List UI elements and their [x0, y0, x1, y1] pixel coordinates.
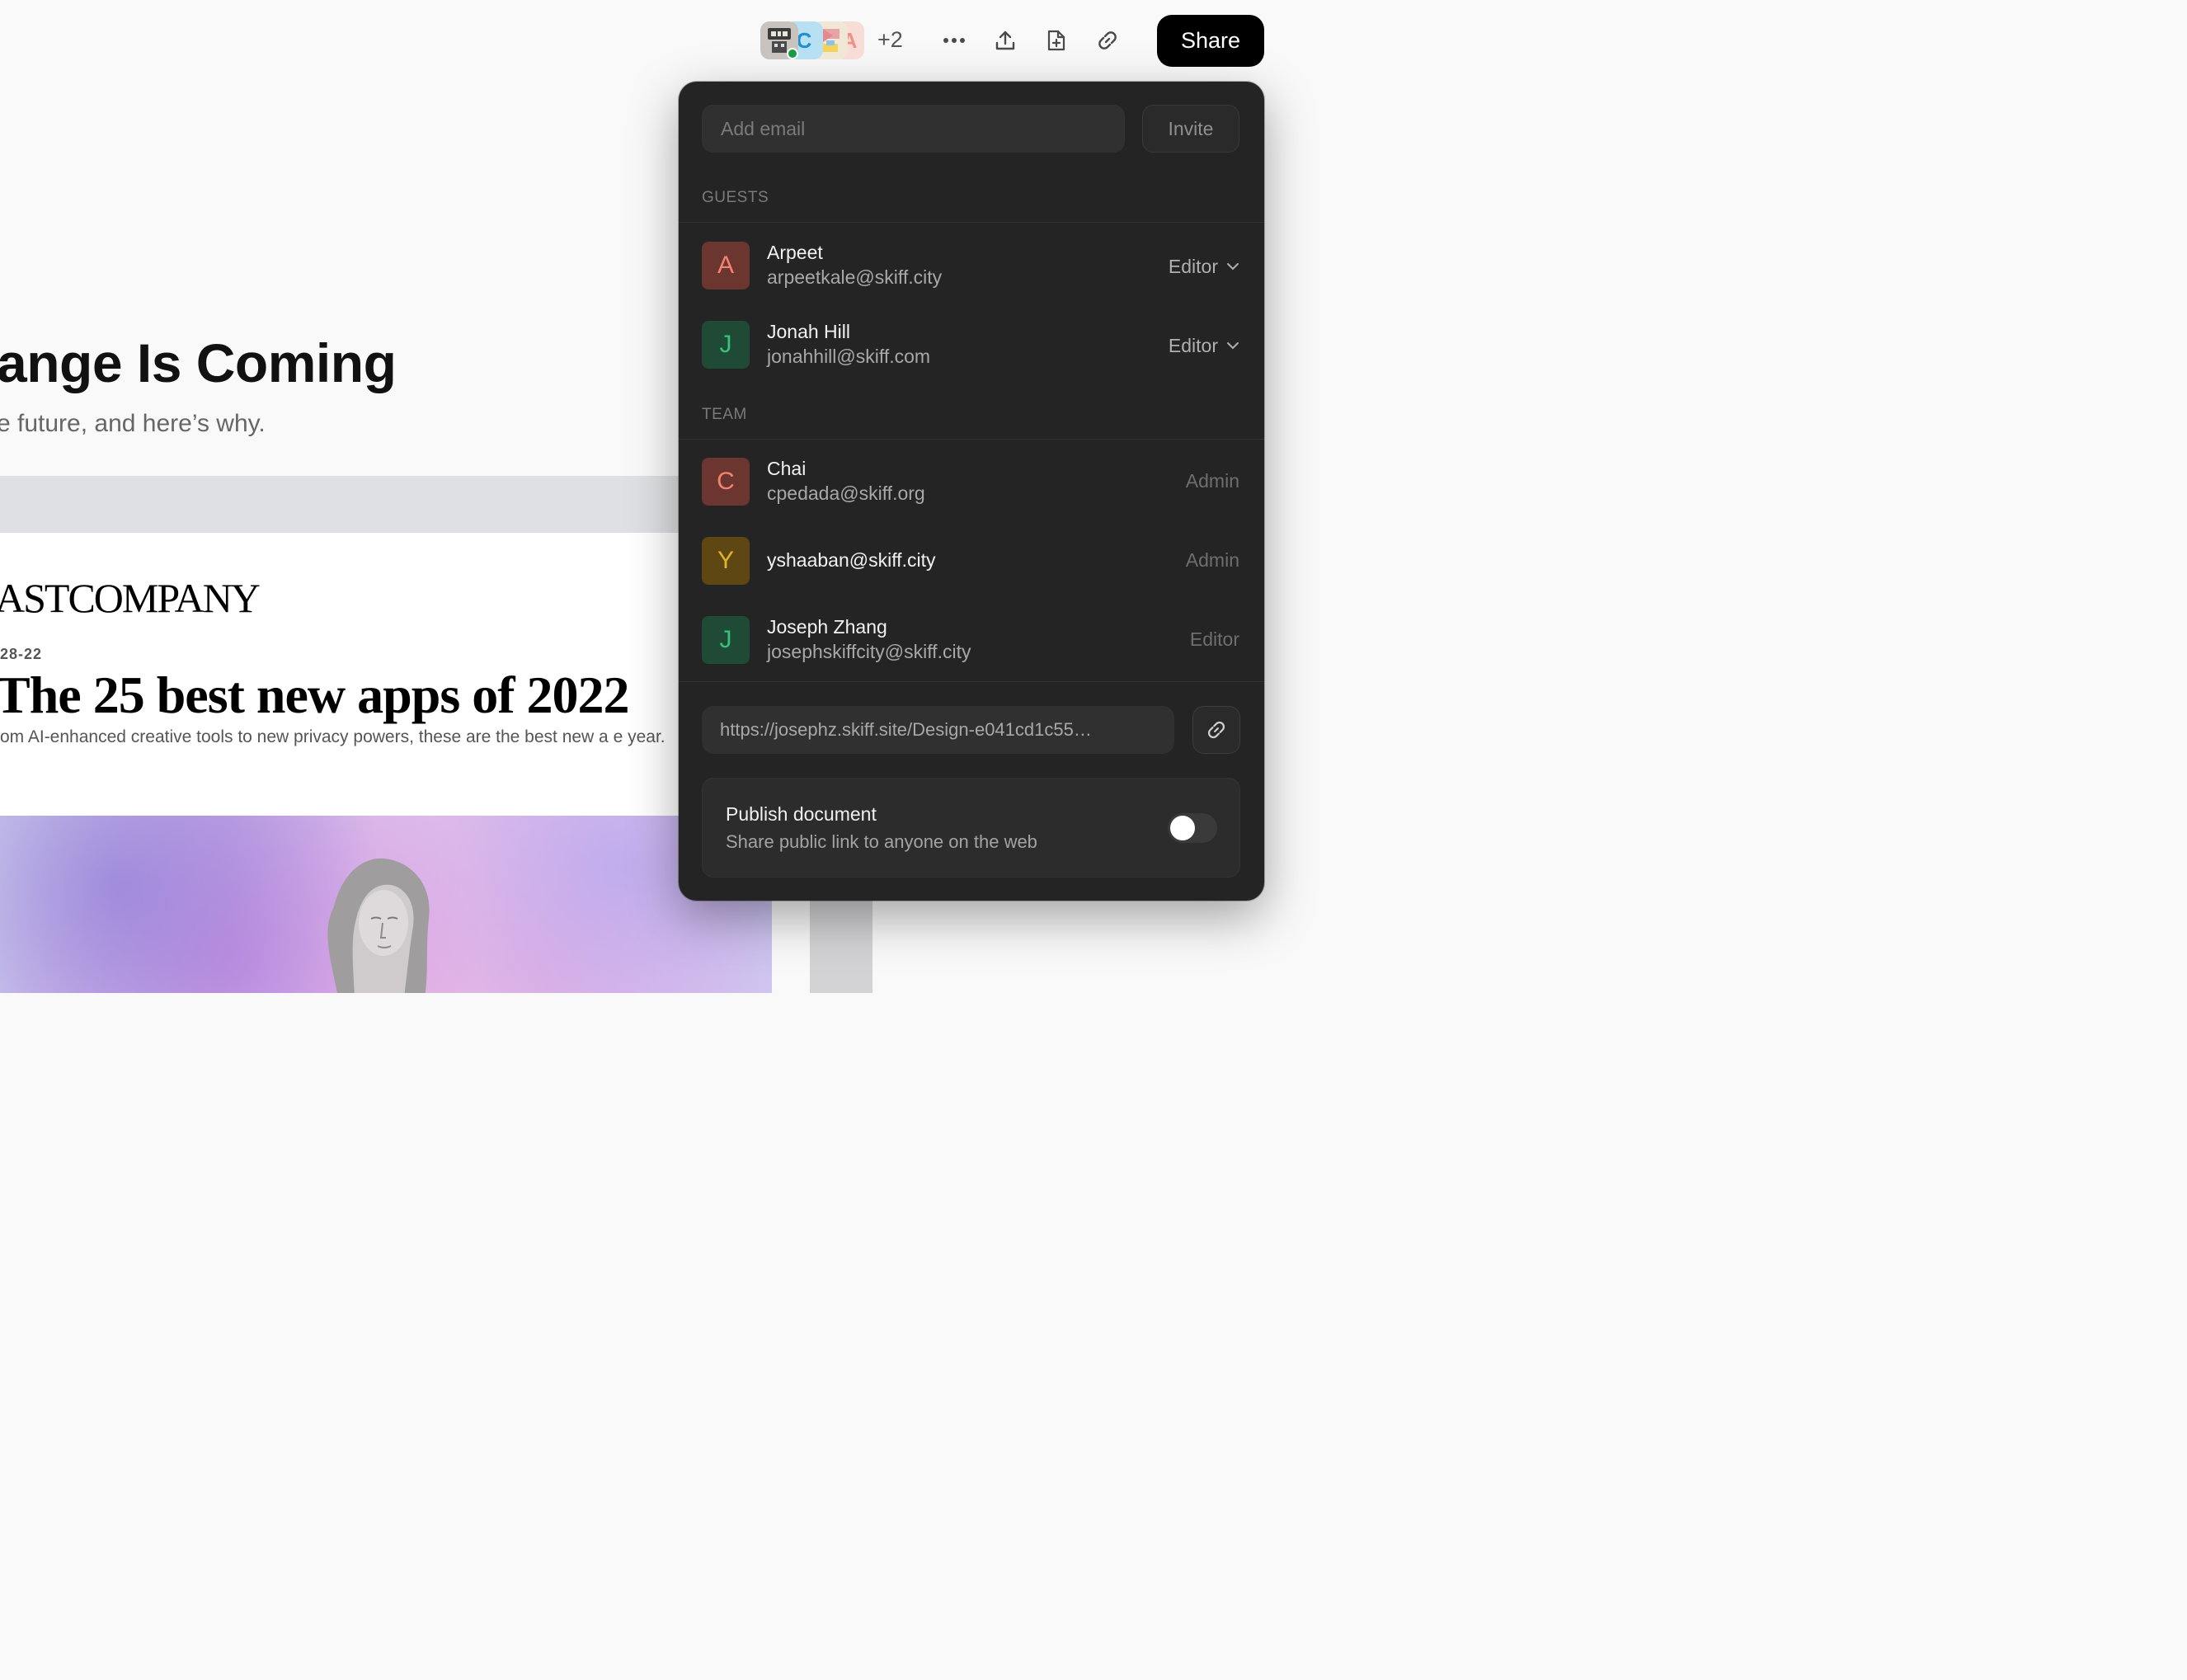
document-title: ange Is Coming [0, 332, 397, 393]
publish-title: Publish document [726, 803, 877, 825]
role-label: Admin [1185, 549, 1239, 571]
online-status-dot [787, 48, 798, 59]
divider [679, 222, 1264, 223]
divider [679, 439, 1264, 440]
team-row: C Chai cpedada@skiff.org Admin [679, 443, 1264, 522]
export-button[interactable] [987, 21, 1023, 59]
member-email: cpedada@skiff.org [767, 482, 925, 504]
copy-link-button[interactable] [1192, 706, 1240, 754]
member-email: arpeetkale@skiff.city [767, 266, 943, 288]
article-dek: om AI-enhanced creative tools to new pri… [0, 727, 666, 746]
member-email: josephskiffcity@skiff.city [767, 641, 971, 662]
team-row: J Joseph Zhang josephskiffcity@skiff.cit… [679, 601, 1264, 680]
share-link-field[interactable]: https://josephz.skiff.site/Design-e041cd… [702, 706, 1174, 754]
link-icon [1098, 31, 1117, 49]
role-label: Admin [1185, 470, 1239, 492]
guest-row: J Jonah Hill jonahhill@skiff.com Editor [679, 306, 1264, 385]
new-document-icon [1047, 30, 1065, 51]
more-icon [943, 38, 965, 43]
team-section-label: TEAM [702, 406, 747, 423]
member-email: yshaaban@skiff.city [767, 549, 936, 571]
member-avatar: Y [702, 537, 750, 585]
role-label: Editor [1168, 255, 1218, 277]
member-name: Jonah Hill [767, 321, 850, 342]
member-name: Joseph Zhang [767, 616, 887, 638]
collaborator-avatars[interactable]: C A [760, 21, 872, 59]
background-bar [810, 901, 872, 993]
fast-company-logo: ASTCOMPANY [0, 575, 261, 621]
member-avatar: C [702, 458, 750, 506]
add-email-input[interactable] [702, 105, 1125, 153]
more-options-button[interactable] [936, 21, 972, 59]
document-subtitle: e future, and here’s why. [0, 410, 266, 437]
copy-link-toolbar-button[interactable] [1089, 21, 1126, 59]
article-date: 28-22 [0, 646, 43, 662]
guest-row: A Arpeet arpeetkale@skiff.city Editor [679, 227, 1264, 306]
article-headline: The 25 best new apps of 2022 [0, 666, 630, 724]
divider [679, 681, 1264, 682]
member-email: jonahhill@skiff.com [767, 346, 931, 367]
role-dropdown[interactable]: Editor [1169, 253, 1239, 280]
role-label: Editor [1189, 628, 1239, 650]
upload-icon [995, 31, 1015, 50]
share-button[interactable]: Share [1157, 15, 1264, 67]
member-avatar: J [702, 616, 750, 664]
publish-toggle[interactable] [1168, 813, 1217, 843]
role-dropdown[interactable]: Editor [1169, 332, 1239, 359]
image-placeholder-band [0, 476, 684, 533]
link-icon [1207, 721, 1225, 739]
invite-button[interactable]: Invite [1142, 105, 1239, 153]
member-name: Arpeet [767, 242, 823, 263]
article-image [0, 816, 772, 993]
team-row: Y yshaaban@skiff.city Admin [679, 522, 1264, 601]
member-name: Chai [767, 458, 807, 479]
chevron-down-icon [1227, 342, 1239, 350]
role-label: Editor [1168, 334, 1218, 356]
member-avatar: A [702, 242, 750, 289]
statue-illustration [327, 858, 430, 993]
guests-section-label: GUESTS [702, 189, 769, 206]
new-document-button[interactable] [1038, 21, 1075, 59]
toggle-knob [1170, 816, 1195, 840]
chevron-down-icon [1227, 263, 1239, 271]
member-avatar: J [702, 321, 750, 369]
publish-description: Share public link to anyone on the web [726, 831, 1037, 852]
more-collaborators-count[interactable]: +2 [877, 27, 903, 53]
publish-document-card: Publish document Share public link to an… [702, 778, 1240, 878]
share-panel: Invite GUESTS A Arpeet arpeetkale@skiff.… [679, 82, 1264, 901]
